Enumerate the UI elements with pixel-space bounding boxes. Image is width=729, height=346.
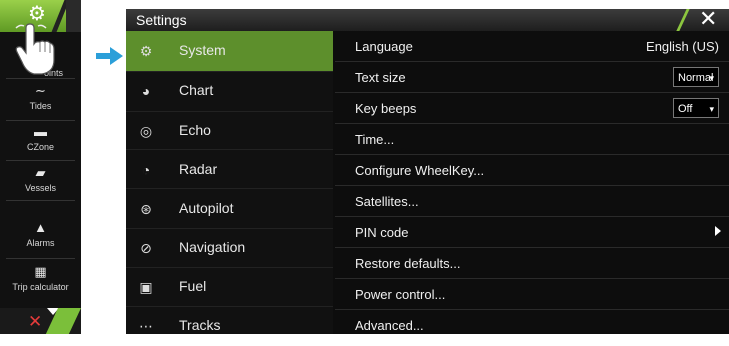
toolbar-item-czone[interactable]: ▬ CZone: [0, 124, 81, 153]
toolbar-item-vessels[interactable]: ▰ Vessels: [0, 165, 81, 194]
option-label: Configure WheelKey...: [355, 163, 485, 178]
category-navigation[interactable]: ⊘ Navigation: [126, 228, 333, 268]
option-satellites[interactable]: Satellites...: [335, 186, 729, 216]
category-tracks[interactable]: ⋯ Tracks: [126, 306, 333, 346]
category-echo[interactable]: ◎ Echo: [126, 111, 333, 151]
toolbar-item-label: CZone: [26, 142, 54, 152]
tracks-icon: ⋯: [139, 318, 153, 334]
option-label: PIN code: [355, 225, 409, 240]
option-label: Advanced...: [355, 318, 424, 333]
toolbar-item-label: Alarms: [26, 238, 55, 248]
settings-dialog: Settings ✕ ⚙ System ◕ Chart ◎ Echo ◔ Rad…: [126, 6, 729, 334]
category-fuel[interactable]: ▣ Fuel: [126, 267, 333, 307]
option-pin-code[interactable]: PIN code: [335, 217, 729, 247]
vessel-icon: ▰: [35, 165, 46, 180]
category-chart[interactable]: ◕ Chart: [126, 71, 333, 111]
category-label: System: [179, 42, 226, 58]
option-label: Key beeps: [355, 101, 417, 116]
category-label: Navigation: [179, 239, 246, 255]
hand-pointer-icon: [15, 23, 55, 75]
page-title: Settings: [136, 12, 187, 28]
alarm-bell-icon: ▲: [34, 220, 47, 235]
globe-icon: ◕: [141, 83, 151, 99]
category-label: Tracks: [179, 317, 221, 333]
close-icon[interactable]: ✕: [28, 312, 42, 332]
option-power-control[interactable]: Power control...: [335, 279, 729, 309]
category-label: Autopilot: [179, 200, 234, 216]
settings-options-list: Language English (US) Text size Normal ▾…: [335, 31, 729, 334]
toolbar-item-label: Trip calculator: [12, 282, 69, 292]
czone-icon: ▬: [34, 124, 47, 139]
radar-icon: ◔: [141, 162, 151, 178]
close-icon: ✕: [699, 6, 718, 31]
left-toolbar: ⚙ oints ∼ Tides ▬ CZone ▰ Vessels ▲ Alar…: [0, 0, 81, 334]
helm-icon: ⊛: [140, 201, 152, 217]
dialog-titlebar: Settings ✕: [126, 6, 729, 33]
category-label: Radar: [179, 161, 218, 177]
option-language[interactable]: Language English (US): [335, 31, 729, 61]
option-label: Power control...: [355, 287, 446, 302]
toolbar-item-label: Vessels: [24, 183, 57, 193]
category-label: Fuel: [179, 278, 207, 294]
category-label: Echo: [179, 122, 211, 138]
chevron-right-icon: [715, 226, 721, 236]
compass-icon: ⊘: [140, 240, 152, 256]
option-time[interactable]: Time...: [335, 124, 729, 154]
option-value: English (US): [646, 39, 719, 54]
toolbar-close-bar: ✕: [0, 308, 81, 334]
option-label: Language: [355, 39, 413, 54]
echo-icon: ◎: [139, 123, 153, 139]
option-text-size[interactable]: Text size Normal ▾: [335, 62, 729, 92]
option-configure-wheelkey[interactable]: Configure WheelKey...: [335, 155, 729, 185]
toolbar-item-alarms[interactable]: ▲ Alarms: [0, 220, 81, 249]
option-label: Time...: [355, 132, 395, 147]
toolbar-item-label: Tides: [29, 101, 52, 111]
category-autopilot[interactable]: ⊛ Autopilot: [126, 189, 333, 229]
category-system[interactable]: ⚙ System: [126, 31, 333, 71]
category-label: Chart: [179, 82, 214, 98]
tides-icon: ∼: [35, 83, 46, 98]
toolbar-item-tides[interactable]: ∼ Tides: [0, 83, 81, 112]
fuel-pump-icon: ▣: [139, 279, 153, 295]
dropdown-value: Off: [678, 103, 693, 115]
option-key-beeps[interactable]: Key beeps Off ▾: [335, 93, 729, 123]
settings-category-list: ⚙ System ◕ Chart ◎ Echo ◔ Radar ⊛ Autopi…: [126, 31, 333, 334]
close-button[interactable]: ✕: [675, 6, 729, 33]
pointer-arrow-icon: [96, 47, 123, 65]
dropdown-arrow-icon: ▾: [709, 73, 714, 83]
option-label: Restore defaults...: [355, 256, 461, 271]
dropdown-arrow-icon: ▾: [709, 104, 714, 114]
option-label: Satellites...: [355, 194, 419, 209]
dropdown-value: Normal: [678, 72, 714, 84]
option-advanced[interactable]: Advanced...: [335, 310, 729, 340]
option-restore-defaults[interactable]: Restore defaults...: [335, 248, 729, 278]
category-radar[interactable]: ◔ Radar: [126, 150, 333, 190]
gear-icon: ⚙: [139, 43, 153, 59]
toolbar-item-trip-calculator[interactable]: ▦ Trip calculator: [0, 264, 81, 293]
option-label: Text size: [355, 70, 406, 85]
trip-calculator-icon: ▦: [34, 264, 47, 279]
key-beeps-dropdown[interactable]: Off ▾: [673, 98, 719, 118]
text-size-dropdown[interactable]: Normal ▾: [673, 67, 719, 87]
